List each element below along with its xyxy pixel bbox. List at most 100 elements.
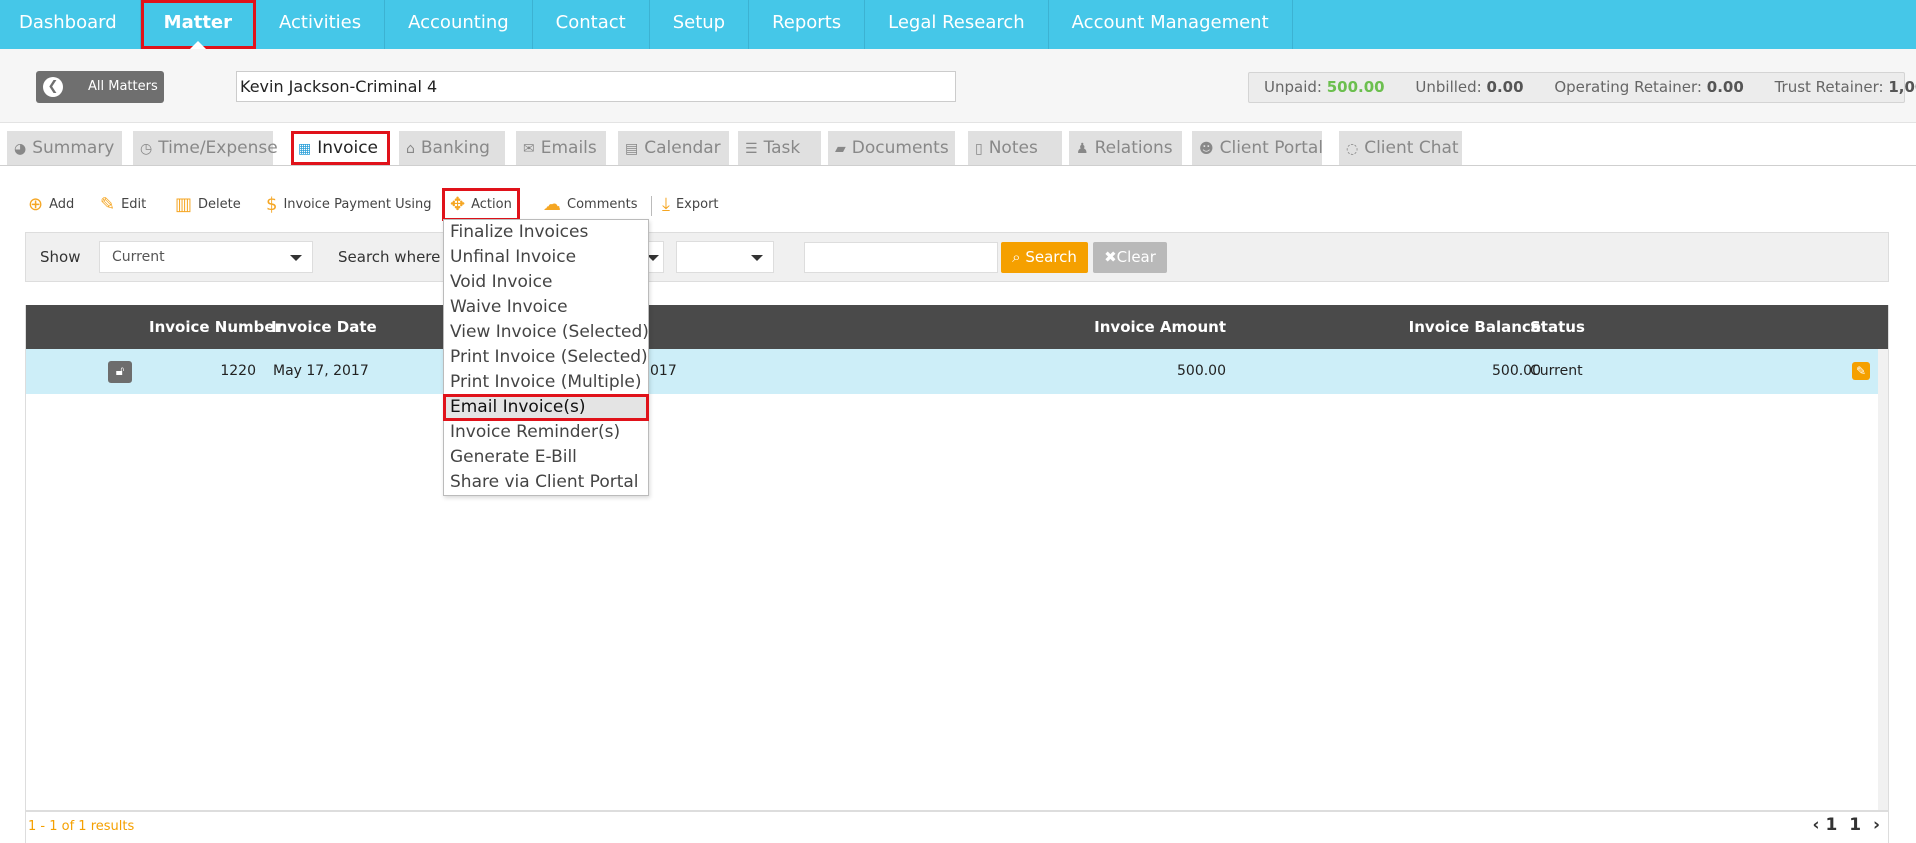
comments-button[interactable]: ☁ Comments [543,193,637,217]
vertical-scrollbar[interactable] [1878,349,1888,839]
move-arrows-icon: ✥ [450,194,466,215]
grid-header: Invoice Number Invoice Date Invoice Amou… [26,305,1888,349]
tab-time-expense[interactable]: ◷ Time/Expense [133,131,278,165]
nav-matter[interactable]: Matter [140,0,257,49]
status-cell: Current [1530,363,1583,379]
operating-retainer-value: 0.00 [1706,78,1744,96]
trust-retainer-label: Trust Retainer: [1774,78,1884,96]
nav-activities[interactable]: Activities [256,0,386,49]
invoice-balance-cell: 500.00 [1492,363,1541,379]
plus-circle-icon: ⊕ [28,194,44,215]
menu-item-print-invoice-selected[interactable]: Print Invoice (Selected) [444,345,648,370]
col-status[interactable]: Status [1530,305,1585,349]
nav-accounting[interactable]: Accounting [385,0,533,49]
matter-tabs: ◕ Summary ◷ Time/Expense ▦ Invoice ⌂ Banking… [0,130,1916,166]
invoice-payment-button[interactable]: $ Invoice Payment Using [266,193,432,217]
tab-client-chat[interactable]: ◌ Client Chat [1339,131,1462,165]
menu-item-unfinal-invoice[interactable]: Unfinal Invoice [444,245,648,270]
add-button[interactable]: ⊕ Add [28,193,74,217]
col-invoice-balance[interactable]: Invoice Balance [1404,305,1541,349]
all-matters-button[interactable]: ❮ All Matters [36,71,164,103]
unpaid-value: 500.00 [1326,78,1385,96]
tab-invoice[interactable]: ▦ Invoice [291,131,390,165]
folder-icon: ▰ [835,141,846,157]
matter-header: ❮ All Matters Kevin Jackson-Criminal 4 U… [0,49,1916,123]
invoice-number-cell: 1220 [220,363,256,379]
envelope-icon: ✉ [523,141,535,157]
show-label: Show [40,248,81,266]
pagination: ‹ 1 1 › [1813,815,1880,835]
pencil-icon[interactable]: ✎ [1852,362,1870,380]
due-date-cell: 017 [650,363,677,379]
nav-legal-research[interactable]: Legal Research [865,0,1049,49]
action-dropdown-menu: Finalize Invoices Unfinal Invoice Void I… [443,219,649,496]
show-select[interactable]: Current [99,241,313,273]
matter-name-field[interactable]: Kevin Jackson-Criminal 4 [236,71,956,102]
search-icon: ⌕ [1012,248,1026,266]
filter-bar: Show Current Search where ⌕ Search ✖Clea… [25,232,1889,282]
col-invoice-number[interactable]: Invoice Number [149,305,282,349]
chevron-down-icon [751,255,763,261]
tab-calendar[interactable]: ▤ Calendar [618,131,729,165]
chat-icon: ◌ [1346,141,1359,157]
edit-button[interactable]: ✎ Edit [100,193,146,217]
search-button[interactable]: ⌕ Search [1001,242,1088,273]
tab-task[interactable]: ☰ Task [738,131,821,165]
nav-contact[interactable]: Contact [533,0,650,49]
menu-item-invoice-reminders[interactable]: Invoice Reminder(s) [444,420,648,445]
dashboard-icon: ◕ [14,141,27,157]
tab-relations[interactable]: ♟ Relations [1069,131,1182,165]
unbilled-label: Unbilled: [1415,78,1482,96]
tab-documents[interactable]: ▰ Documents [828,131,955,165]
tab-notes[interactable]: ▯ Notes [968,131,1062,165]
clear-button[interactable]: ✖Clear [1093,242,1167,273]
invoice-amount-cell: 500.00 [1177,363,1226,379]
all-matters-label: All Matters [88,79,158,94]
menu-item-view-invoice-selected[interactable]: View Invoice (Selected) [444,320,649,345]
menu-item-generate-ebill[interactable]: Generate E-Bill [444,445,648,470]
trash-icon: ▥ [175,194,193,215]
page-current[interactable]: 1 [1849,815,1861,835]
next-page-button[interactable]: › [1873,815,1880,835]
menu-item-print-invoice-multiple[interactable]: Print Invoice (Multiple) [444,370,648,395]
tab-client-portal[interactable]: ☻ Client Portal [1192,131,1323,165]
prev-page-button[interactable]: ‹ [1813,815,1820,835]
operating-retainer-label: Operating Retainer: [1554,78,1702,96]
nav-reports[interactable]: Reports [749,0,866,49]
col-invoice-date[interactable]: Invoice Date [271,305,377,349]
nav-account-management[interactable]: Account Management [1049,0,1293,49]
search-input[interactable] [804,242,998,273]
menu-item-void-invoice[interactable]: Void Invoice [444,270,648,295]
col-invoice-amount[interactable]: Invoice Amount [1094,305,1226,349]
tasks-icon: ☰ [745,141,758,157]
top-nav: Dashboard Matter Activities Accounting C… [0,0,1916,49]
menu-item-finalize-invoices[interactable]: Finalize Invoices [444,220,648,245]
table-row[interactable]: 🔓︎ 1220 May 17, 2017 017 500.00 500.00 C… [26,349,1878,394]
dollar-circle-icon: $ [266,194,278,215]
chevron-down-icon [290,255,302,261]
tab-summary[interactable]: ◕ Summary [7,131,122,165]
user-portal-icon: ☻ [1199,141,1214,157]
results-count: 1 - 1 of 1 results [28,819,135,834]
invoice-date-cell: May 17, 2017 [273,363,369,379]
nav-setup[interactable]: Setup [650,0,750,49]
action-button[interactable]: ✥ Action [442,188,520,221]
users-icon: ♟ [1076,141,1089,157]
tab-banking[interactable]: ⌂ Banking [399,131,505,165]
balance-summary: Unpaid: 500.00 Unbilled: 0.00 Operating … [1248,72,1916,103]
page-1-button[interactable]: 1 [1825,815,1837,835]
delete-button[interactable]: ▥ Delete [175,193,241,217]
back-arrow-icon: ❮ [43,77,63,97]
calendar-icon: ▤ [625,141,639,157]
nav-dashboard[interactable]: Dashboard [0,0,141,49]
search-operator-select[interactable] [676,241,774,273]
comments-icon: ☁ [543,194,561,215]
tab-emails[interactable]: ✉ Emails [516,131,606,165]
menu-item-email-invoices[interactable]: Email Invoice(s) [443,394,649,421]
export-button[interactable]: ⤓ Export [662,193,719,217]
unbilled-value: 0.00 [1486,78,1524,96]
edit-icon: ✎ [100,194,116,215]
menu-item-waive-invoice[interactable]: Waive Invoice [444,295,648,320]
menu-item-share-client-portal[interactable]: Share via Client Portal [444,470,648,495]
unlock-icon[interactable]: 🔓︎ [108,361,132,383]
